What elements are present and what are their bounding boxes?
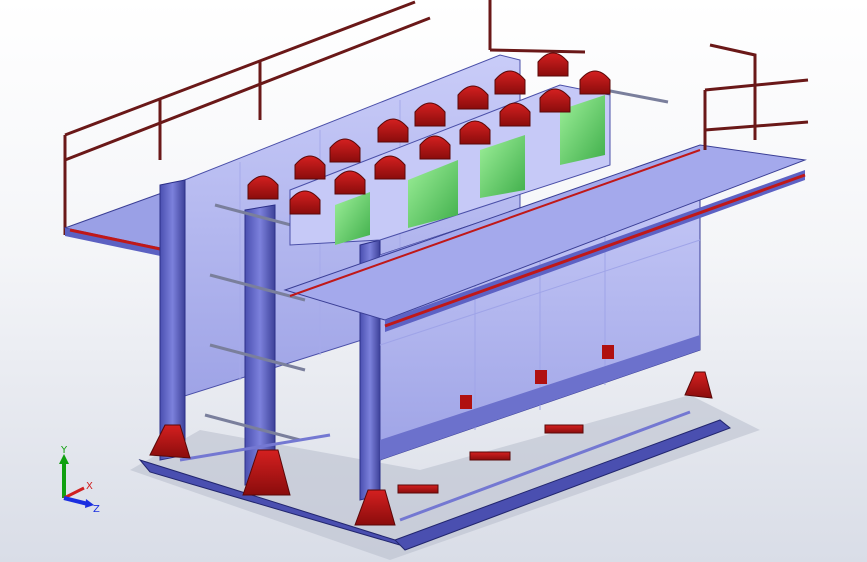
cad-viewport[interactable]: Y X Z (0, 0, 867, 562)
equipment-3d-model[interactable] (0, 0, 867, 562)
coordinate-triad: Y X Z (59, 445, 100, 515)
x-axis-label: X (86, 481, 93, 492)
front-railing (703, 43, 809, 150)
y-axis-label: Y (60, 445, 68, 456)
z-axis-line (63, 496, 89, 506)
x-axis-line (63, 486, 85, 500)
z-axis-label: Z (93, 504, 100, 515)
